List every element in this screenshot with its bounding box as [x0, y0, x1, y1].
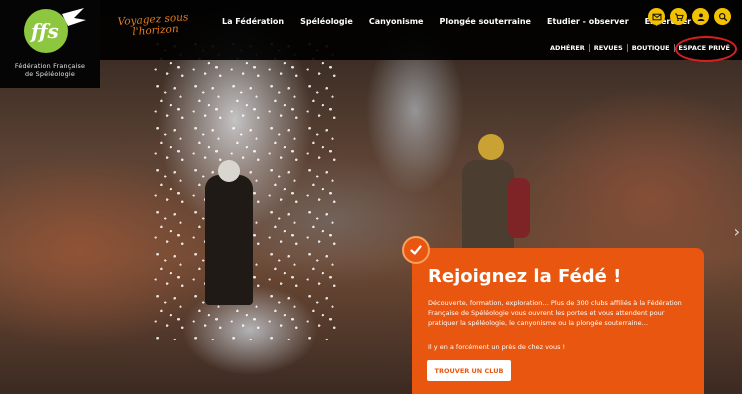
search-icon — [718, 12, 727, 21]
subnav-item-adherer[interactable]: ADHÉRER — [546, 44, 589, 52]
org-name-line1: Fédération Française — [14, 62, 86, 70]
subnav-item-revues[interactable]: REVUES — [588, 44, 627, 52]
caver-right — [462, 160, 514, 255]
nav-item-speleologie[interactable]: Spéléologie — [300, 17, 353, 26]
subnav-item-boutique[interactable]: BOUTIQUE — [626, 44, 674, 52]
caver-left — [205, 175, 253, 305]
check-badge — [402, 236, 430, 264]
caver-right-backpack — [508, 178, 530, 238]
mail-icon — [652, 13, 661, 20]
org-name-line2: de Spéléologie — [25, 70, 75, 78]
check-icon — [410, 245, 422, 255]
account-button[interactable] — [692, 8, 709, 25]
logo-block[interactable]: ffs Fédération Française de Spéléologie — [0, 0, 100, 88]
cart-button[interactable] — [670, 8, 687, 25]
main-nav: La Fédération Spéléologie Canyonisme Plo… — [222, 17, 707, 26]
header-icons — [648, 8, 731, 25]
org-name: Fédération Française de Spéléologie — [0, 62, 100, 78]
carousel-next-icon[interactable]: › — [734, 222, 740, 241]
find-club-button[interactable]: TROUVER UN CLUB — [427, 360, 511, 381]
search-button[interactable] — [714, 8, 731, 25]
nav-item-federation[interactable]: La Fédération — [222, 17, 284, 26]
ffs-logo-icon[interactable]: ffs — [22, 4, 88, 56]
join-title: Rejoignez la Fédé ! — [428, 266, 622, 287]
user-icon — [697, 13, 704, 21]
join-description: Découverte, formation, exploration… Plus… — [428, 299, 682, 327]
join-description-2: Il y en a forcément un près de chez vous… — [428, 343, 566, 351]
nav-item-plongee[interactable]: Plongée souterraine — [439, 17, 531, 26]
nav-item-canyonisme[interactable]: Canyonisme — [369, 17, 424, 26]
svg-text:ffs: ffs — [29, 19, 59, 43]
espace-prive-highlight — [675, 36, 737, 62]
nav-item-etudier[interactable]: Etudier - observer — [547, 17, 629, 26]
mail-button[interactable] — [648, 8, 665, 25]
caver-left-helmet — [218, 160, 240, 182]
cart-icon — [674, 13, 684, 21]
caver-right-helmet — [478, 134, 504, 160]
